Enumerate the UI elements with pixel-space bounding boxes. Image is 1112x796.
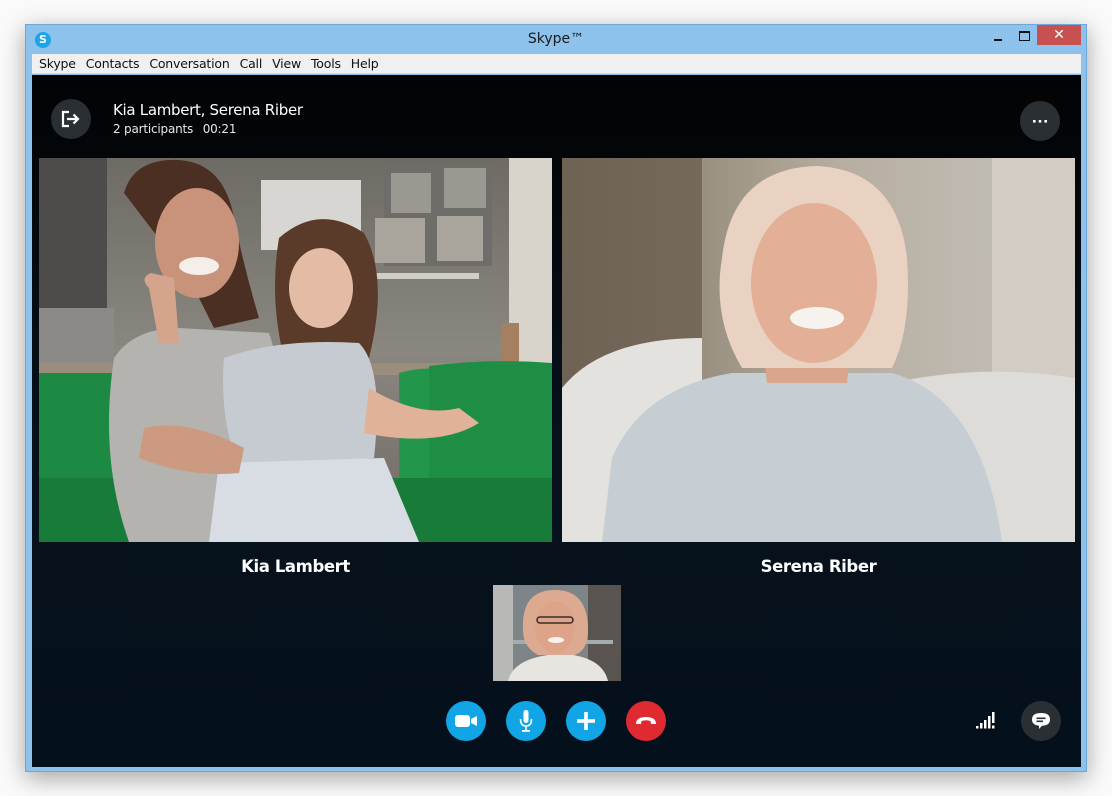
more-options-button[interactable] [1020,101,1060,141]
skype-window: S Skype™ ✕ Skype Contacts Conversation C… [25,24,1087,772]
menu-contacts[interactable]: Contacts [81,54,145,74]
menu-tools[interactable]: Tools [306,54,346,74]
call-title: Kia Lambert, Serena Riber [113,101,303,119]
participant-name-kia-lambert: Kia Lambert [241,557,350,576]
participant-count: 2 participants [113,122,194,136]
chat-bubble-icon [1032,713,1050,729]
leave-call-button[interactable] [51,99,91,139]
title-bar: S Skype™ ✕ [26,25,1086,53]
video-frame [39,158,552,542]
close-button[interactable]: ✕ [1037,25,1081,45]
menu-view[interactable]: View [267,54,306,74]
self-video-frame [493,585,621,681]
hang-up-button[interactable] [626,701,666,741]
call-subtitle: 2 participants 00:21 [113,122,236,136]
microphone-icon [519,710,533,732]
hang-up-icon [636,717,656,724]
participant-name-serena-riber: Serena Riber [760,557,877,576]
desktop: S Skype™ ✕ Skype Contacts Conversation C… [0,0,1112,796]
microphone-toggle-button[interactable] [506,701,546,741]
minimize-button[interactable] [984,25,1012,45]
chat-button[interactable] [1021,701,1061,741]
call-view: Kia Lambert, Serena Riber 2 participants… [32,75,1081,767]
menu-call[interactable]: Call [235,54,268,74]
participant-video-kia-lambert[interactable] [39,158,552,542]
menu-conversation[interactable]: Conversation [144,54,234,74]
add-participant-button[interactable] [566,701,606,741]
video-frame [562,158,1075,542]
more-options-icon [1033,120,1047,123]
plus-icon [577,712,595,730]
video-toggle-button[interactable] [446,701,486,741]
self-video-preview[interactable] [493,585,621,681]
window-title: Skype™ [527,31,585,47]
menu-bar: Skype Contacts Conversation Call View To… [32,54,1081,74]
video-camera-icon [455,715,477,727]
menu-skype[interactable]: Skype [34,54,81,74]
participant-video-serena-riber[interactable] [562,158,1075,542]
maximize-button[interactable] [1010,25,1038,45]
menu-help[interactable]: Help [346,54,384,74]
signal-strength-icon[interactable] [976,711,998,729]
leave-call-icon [61,110,80,128]
call-duration: 00:21 [202,122,237,136]
